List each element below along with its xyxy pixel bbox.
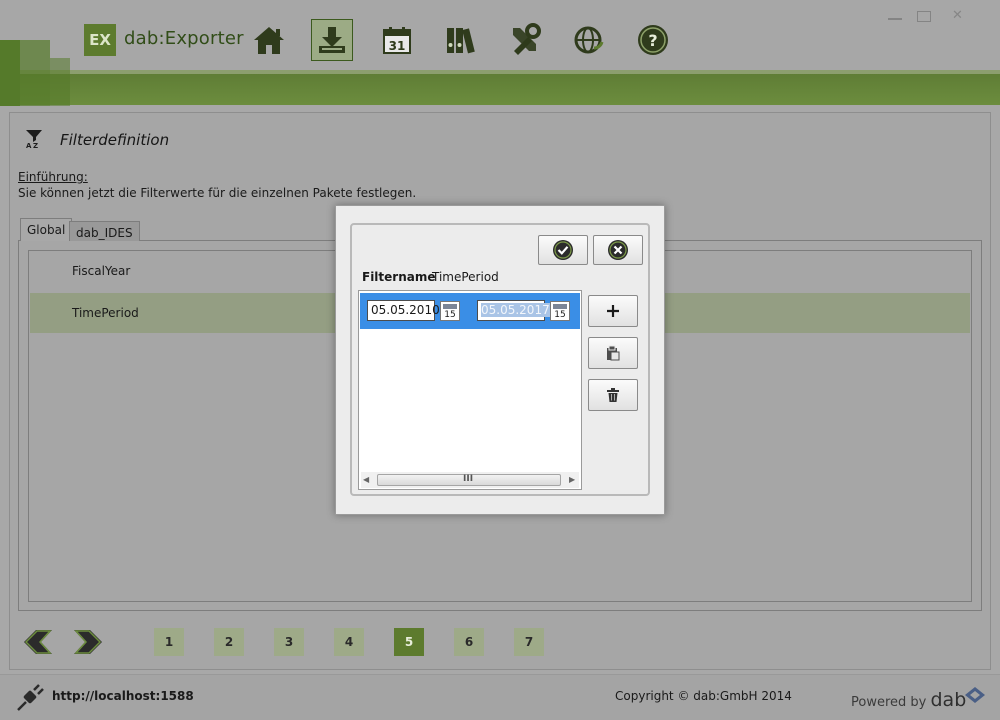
header-band <box>0 74 1000 105</box>
close-window-button[interactable]: ✕ <box>952 8 963 23</box>
calendar-icon[interactable]: 31 <box>376 19 418 61</box>
sort-filter-icon: A Z <box>26 130 42 149</box>
powered-by-logo: dab <box>930 689 967 711</box>
page-button-6[interactable]: 6 <box>454 628 484 656</box>
binders-icon[interactable] <box>440 19 482 61</box>
svg-text:Z: Z <box>33 142 38 149</box>
copyright-text: Copyright © dab:GmbH 2014 <box>615 689 792 703</box>
filtername-label: Filtername <box>362 270 436 284</box>
to-date-value: 05.05.2017 <box>481 303 550 317</box>
scroll-left-icon[interactable]: ◀ <box>363 475 369 484</box>
dab-diamond-icon <box>965 687 985 703</box>
add-button[interactable] <box>588 295 638 327</box>
header-decoration <box>20 40 50 106</box>
download-icon[interactable] <box>311 19 353 61</box>
next-arrow-icon[interactable] <box>70 625 104 659</box>
trash-icon <box>607 388 619 402</box>
filter-name: TimePeriod <box>72 306 139 320</box>
previous-arrow-icon[interactable] <box>22 625 56 659</box>
confirm-button[interactable] <box>538 235 588 265</box>
delete-button[interactable] <box>588 379 638 411</box>
page-button-1[interactable]: 1 <box>154 628 184 656</box>
check-icon <box>553 240 573 260</box>
from-date-input[interactable]: 05.05.2010 <box>367 300 440 321</box>
header-decoration <box>50 58 70 106</box>
paste-button[interactable] <box>588 337 638 369</box>
page-button-5[interactable]: 5 <box>394 628 424 656</box>
header-decoration <box>0 40 20 106</box>
tab-global[interactable]: Global <box>20 218 73 241</box>
powered-by-label: Powered by <box>851 695 927 710</box>
app-logo-name: dab:Exporter <box>124 28 244 49</box>
page-title: Filterdefinition <box>60 131 170 149</box>
maximize-button[interactable] <box>917 11 931 22</box>
scroll-right-icon[interactable]: ▶ <box>569 475 575 484</box>
help-icon[interactable]: ? <box>632 19 674 61</box>
tab-dab-ides[interactable]: dab_IDES <box>69 221 140 241</box>
minimize-button[interactable] <box>888 12 902 20</box>
server-url: http://localhost:1588 <box>52 689 194 703</box>
clipboard-icon <box>607 345 620 361</box>
plus-icon <box>607 305 619 317</box>
app-logo-badge: EX <box>84 24 116 56</box>
filter-name: FiscalYear <box>72 264 131 278</box>
intro-heading: Einführung: <box>18 170 88 184</box>
home-icon[interactable] <box>248 19 290 61</box>
page-button-7[interactable]: 7 <box>514 628 544 656</box>
filtername-value: TimePeriod <box>432 270 499 284</box>
cancel-icon <box>608 240 628 260</box>
scroll-grip: III <box>463 474 474 484</box>
to-calendar-button[interactable]: 15 <box>550 301 570 321</box>
svg-text:?: ? <box>648 31 657 50</box>
tools-icon[interactable] <box>504 19 546 61</box>
to-date-input[interactable]: 05.05.2017 <box>477 300 550 321</box>
svg-text:A: A <box>26 142 32 149</box>
cancel-button[interactable] <box>593 235 643 265</box>
calendar-day-label: 31 <box>389 39 406 53</box>
page-button-4[interactable]: 4 <box>334 628 364 656</box>
plug-icon <box>17 684 44 711</box>
app-header: EX dab:Exporter 31 ? ✕ <box>0 0 1000 106</box>
page-button-3[interactable]: 3 <box>274 628 304 656</box>
intro-text: Sie können jetzt die Filterwerte für die… <box>18 186 417 200</box>
powered-by: Powered by dab <box>851 689 966 711</box>
page-button-2[interactable]: 2 <box>214 628 244 656</box>
globe-icon[interactable] <box>568 19 610 61</box>
from-calendar-button[interactable]: 15 <box>440 301 460 321</box>
